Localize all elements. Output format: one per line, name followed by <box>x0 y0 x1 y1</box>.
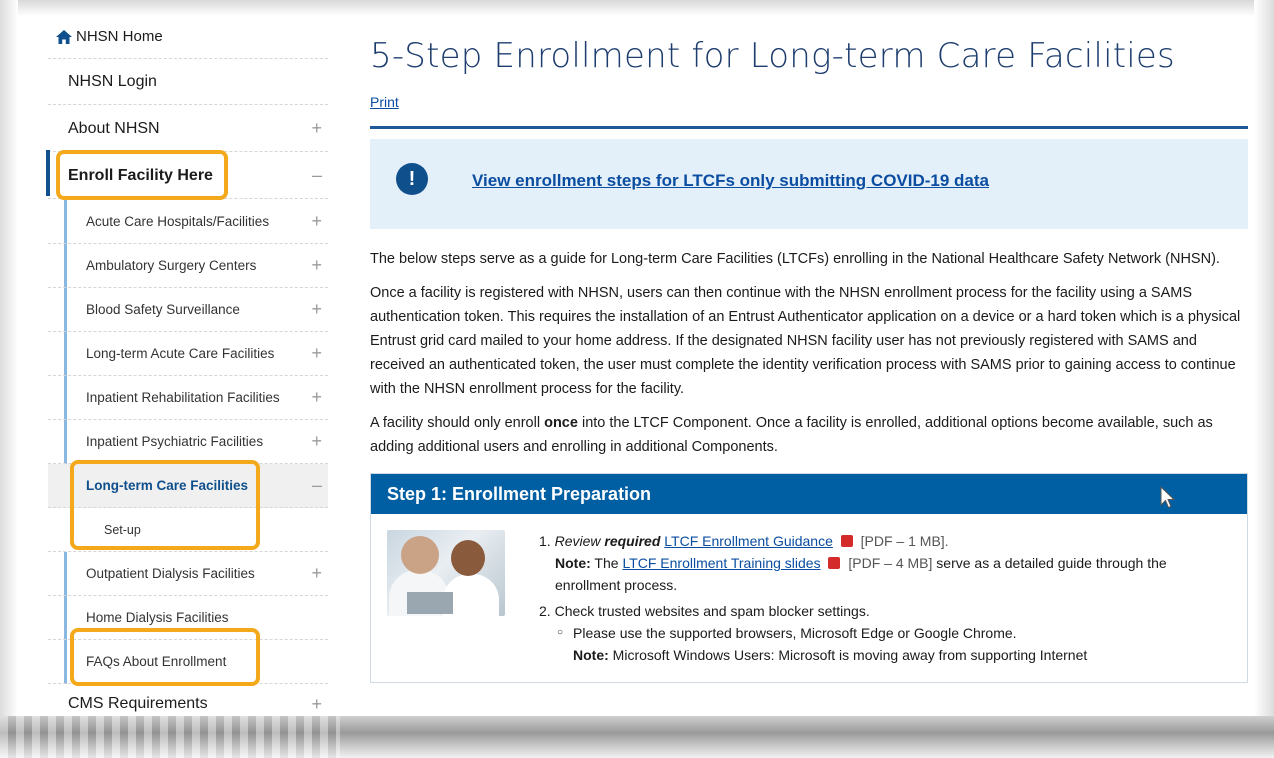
step-1-heading: Step 1: Enrollment Preparation <box>371 474 1247 514</box>
print-link[interactable]: Print <box>370 94 1248 110</box>
main-content: 5-Step Enrollment for Long-term Care Fac… <box>370 20 1248 683</box>
sidebar-item-inpatient-rehab[interactable]: Inpatient Rehabilitation Facilities + <box>48 376 328 420</box>
step-item-1: 1. Review required LTCF Enrollment Guida… <box>539 533 949 549</box>
expand-icon[interactable]: + <box>311 118 322 139</box>
info-alert: ! View enrollment steps for LTCFs only s… <box>370 139 1248 229</box>
training-slides-link[interactable]: LTCF Enrollment Training slides <box>622 555 820 571</box>
expand-icon[interactable]: + <box>311 299 322 320</box>
sidebar-item-about[interactable]: About NHSN + <box>48 106 328 152</box>
expand-icon[interactable]: + <box>311 343 322 364</box>
sidebar-item-acute-care[interactable]: Acute Care Hospitals/Facilities + <box>48 200 328 244</box>
sidebar-item-outpatient-dialysis[interactable]: Outpatient Dialysis Facilities + <box>48 552 328 596</box>
enroll-once-paragraph: A facility should only enroll once into … <box>370 415 1213 455</box>
sidebar-item-ambulatory[interactable]: Ambulatory Surgery Centers + <box>48 244 328 288</box>
step-item-2: 2. Check trusted websites and spam block… <box>539 603 870 619</box>
expand-icon[interactable]: + <box>311 694 322 715</box>
sidebar-item-login[interactable]: NHSN Login <box>48 59 328 105</box>
pdf-icon <box>840 535 853 547</box>
screenshot-frame-top <box>0 0 1274 16</box>
home-icon <box>56 29 72 44</box>
intro-paragraph: The below steps serve as a guide for Lon… <box>370 251 1220 267</box>
collapse-icon[interactable]: – <box>312 475 322 496</box>
ltcf-guidance-link[interactable]: LTCF Enrollment Guidance <box>664 533 833 549</box>
highlight-enroll <box>56 150 228 200</box>
sidebar-item-ltac[interactable]: Long-term Acute Care Facilities + <box>48 332 328 376</box>
covid-enrollment-link[interactable]: View enrollment steps for LTCFs only sub… <box>472 171 989 191</box>
screenshot-frame-pattern <box>0 716 340 758</box>
alert-icon: ! <box>396 163 428 195</box>
page-title: 5-Step Enrollment for Long-term Care Fac… <box>370 36 1175 76</box>
sidebar-item-blood-safety[interactable]: Blood Safety Surveillance + <box>48 288 328 332</box>
nhsn-home-link[interactable]: NHSN Home <box>56 28 163 45</box>
expand-icon[interactable]: + <box>311 431 322 452</box>
step-item-1-note: Note: The LTCF Enrollment Training slide… <box>555 555 1167 593</box>
highlight-faqs <box>70 628 260 686</box>
step-1-panel: Step 1: Enrollment Preparation 1. Review… <box>370 473 1248 683</box>
cursor-icon <box>1160 486 1176 509</box>
collapse-icon[interactable]: – <box>312 165 322 186</box>
expand-icon[interactable]: + <box>311 387 322 408</box>
screenshot-frame-right <box>1254 0 1274 758</box>
highlight-ltc-setup <box>70 460 260 550</box>
sams-paragraph: Once a facility is registered with NHSN,… <box>370 285 1241 397</box>
home-label: NHSN Home <box>76 28 163 45</box>
windows-note: Note: Microsoft Windows Users: Microsoft… <box>573 647 1088 663</box>
expand-icon[interactable]: + <box>311 211 322 232</box>
screenshot-frame-left <box>0 0 18 758</box>
pdf-icon <box>828 557 841 569</box>
expand-icon[interactable]: + <box>311 255 322 276</box>
sidebar-item-inpatient-psych[interactable]: Inpatient Psychiatric Facilities + <box>48 420 328 464</box>
title-rule <box>370 126 1248 129</box>
expand-icon[interactable]: + <box>311 563 322 584</box>
step-1-list: 1. Review required LTCF Enrollment Guida… <box>539 530 1219 666</box>
healthcare-workers-photo <box>387 530 505 616</box>
browser-bullet: Please use the supported browsers, Micro… <box>539 622 1219 644</box>
sidebar-nav: NHSN Home NHSN Login About NHSN + Enroll… <box>46 20 328 716</box>
